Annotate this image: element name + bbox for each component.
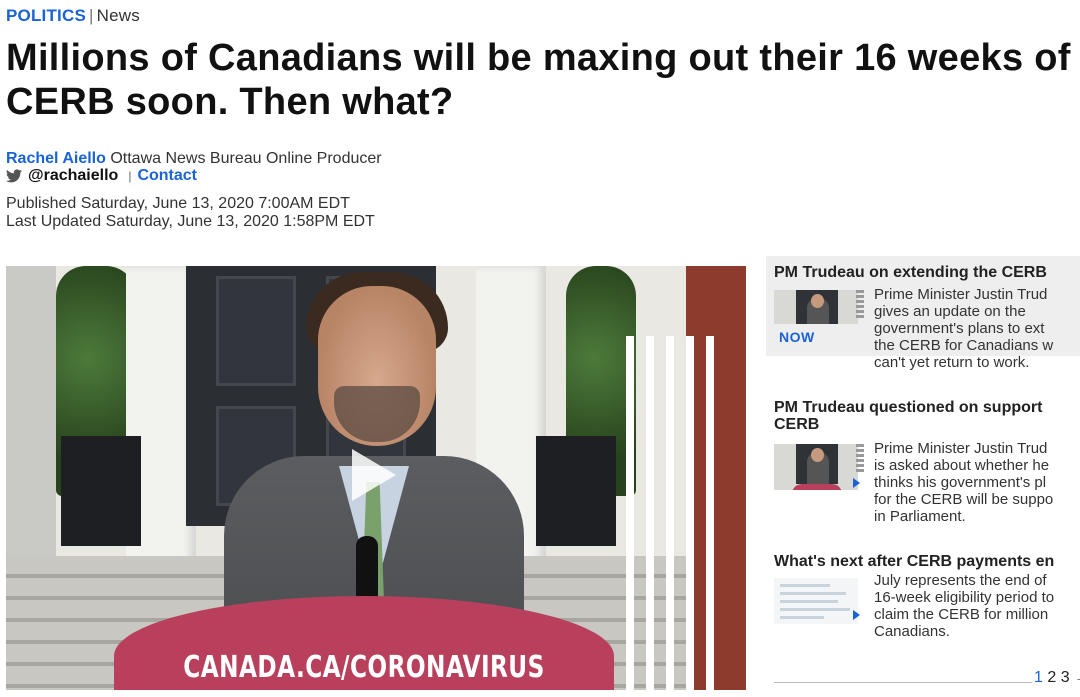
page-2-link[interactable]: 2 (1047, 669, 1056, 686)
thumbnail-bars-icon (856, 444, 864, 474)
contact-separator: | (128, 169, 132, 183)
breadcrumb-separator: | (89, 6, 94, 25)
now-playing-bars-icon (856, 290, 864, 320)
published-date: Published Saturday, June 13, 2020 7:00AM… (6, 195, 350, 212)
playlist-item-title[interactable]: What's next after CERB payments en (774, 553, 1080, 570)
playlist-item-title[interactable]: PM Trudeau questioned on support CERB (774, 399, 1080, 433)
video-playlist: PM Trudeau on extending the CERB NOW Pri… (766, 256, 1080, 697)
pager-divider (774, 682, 1032, 683)
subsection-link[interactable]: News (97, 6, 140, 25)
article-headline: Millions of Canadians will be maxing out… (6, 36, 1080, 124)
section-link[interactable]: POLITICS (6, 6, 86, 25)
byline: Rachel Aiello Ottawa News Bureau Online … (6, 150, 382, 168)
playlist-item-title[interactable]: PM Trudeau on extending the CERB (774, 264, 1080, 281)
thumbnail-play-icon[interactable] (853, 610, 860, 620)
now-playing-badge: NOW (779, 329, 815, 345)
playlist-item[interactable]: What's next after CERB payments en July … (766, 548, 1080, 658)
playlist-pager: 1 2 3 → (1034, 669, 1080, 687)
author-name-link[interactable]: Rachel Aiello (6, 150, 106, 167)
section-breadcrumb: POLITICS | News (6, 6, 140, 26)
contact-link[interactable]: Contact (137, 167, 197, 185)
author-social: @rachaiello | Contact (6, 167, 197, 185)
playlist-thumbnail[interactable] (774, 444, 858, 490)
page-3-link[interactable]: 3 (1061, 669, 1070, 686)
article-dates: Published Saturday, June 13, 2020 7:00AM… (6, 195, 375, 231)
playlist-item-description: Prime Minister Justin Trud gives an upda… (874, 286, 1054, 371)
playlist-item-description: Prime Minister Justin Trud is asked abou… (874, 440, 1054, 525)
headline-line-2: CERB soon. Then what? (6, 81, 454, 123)
author-role: Ottawa News Bureau Online Producer (110, 150, 382, 167)
updated-date: Last Updated Saturday, June 13, 2020 1:5… (6, 213, 375, 230)
twitter-icon[interactable] (6, 169, 22, 183)
next-page-arrow-icon[interactable]: → (1074, 669, 1080, 686)
video-planter-right (536, 436, 616, 546)
playlist-thumbnail[interactable] (774, 578, 858, 624)
video-railing (626, 336, 716, 690)
headline-line-1: Millions of Canadians will be maxing out… (6, 37, 1071, 79)
podium-text: CANADA.CA/CORONAVIRUS (183, 650, 545, 685)
video-player[interactable]: CANADA.CA/CORONAVIRUS (6, 266, 746, 690)
video-planter-left (61, 436, 141, 546)
playlist-item-description: July represents the end of 16-week eligi… (874, 572, 1055, 640)
play-icon[interactable] (352, 449, 396, 501)
playlist-item[interactable]: PM Trudeau on extending the CERB NOW Pri… (766, 256, 1080, 371)
page-1-link[interactable]: 1 (1034, 669, 1043, 686)
playlist-item[interactable]: PM Trudeau questioned on support CERB Pr… (766, 394, 1080, 525)
twitter-handle[interactable]: @rachaiello (28, 167, 118, 185)
playlist-thumbnail[interactable] (774, 290, 858, 324)
thumbnail-play-icon[interactable] (853, 478, 860, 488)
